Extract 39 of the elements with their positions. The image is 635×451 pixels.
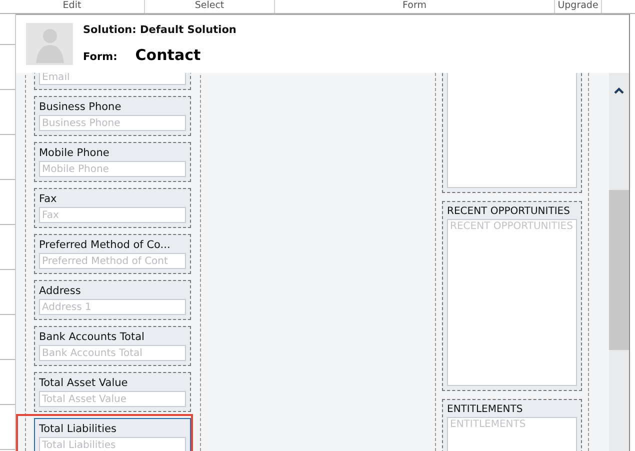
field-label: Bank Accounts Total [39, 330, 146, 345]
ribbon-group-label: Upgrade [555, 0, 602, 13]
scrollbar[interactable] [609, 73, 629, 451]
scroll-up-icon[interactable] [614, 87, 624, 94]
input-field[interactable]: Mobile Phone [39, 161, 186, 177]
input-field[interactable]: Fax [39, 207, 186, 223]
input-field[interactable]: Business Phone [39, 115, 186, 131]
form-field[interactable]: Bank Accounts Total Bank Accounts Total [34, 326, 191, 366]
field-label: Total Liabilities [39, 422, 118, 437]
input-field[interactable]: Preferred Method of Cont [39, 253, 186, 269]
form-label: Form: [83, 51, 118, 63]
form-field[interactable]: Mobile Phone Mobile Phone [34, 142, 191, 182]
input-field[interactable]: Total Asset Value [39, 391, 186, 407]
field-label: Fax [39, 192, 58, 207]
input-field[interactable]: Bank Accounts Total [39, 345, 186, 361]
subgrid-field[interactable]: RECENT OPPORTUNITIES [447, 219, 577, 386]
input-field[interactable]: Address 1 [39, 299, 186, 315]
field-label: Preferred Method of Co... [39, 238, 172, 253]
field-label: Mobile Phone [39, 146, 110, 161]
solution-label: Solution: Default Solution [83, 24, 236, 36]
subgrid-label: ENTITLEMENTS [447, 403, 524, 417]
subgrid-field[interactable]: ENTITLEMENTS [447, 417, 577, 451]
field-label: Business Phone [39, 100, 122, 115]
form-field[interactable]: Address Address 1 [34, 280, 191, 320]
ribbon-group-label: Edit [0, 0, 145, 13]
subgrid-label: RECENT OPPORTUNITIES [447, 205, 571, 219]
form-field[interactable]: Business Phone Business Phone [34, 96, 191, 136]
form-field[interactable]: Total Asset Value Total Asset Value [34, 372, 191, 412]
form-field[interactable]: Preferred Method of Co... Preferred Method of Cont [34, 234, 191, 274]
form-field[interactable]: Total Liabilities Total Liabilities [34, 418, 191, 451]
ribbon-group-label: Select [145, 0, 275, 13]
field-label: Address [39, 284, 82, 299]
avatar-icon [26, 23, 73, 65]
field-label: Total Asset Value [39, 376, 129, 391]
input-field[interactable]: Total Liabilities [39, 437, 186, 451]
form-field[interactable]: Fax Fax [34, 188, 191, 228]
ribbon-group-label: Form [275, 0, 555, 13]
scroll-thumb[interactable] [609, 190, 629, 350]
form-name: Contact [135, 46, 201, 64]
